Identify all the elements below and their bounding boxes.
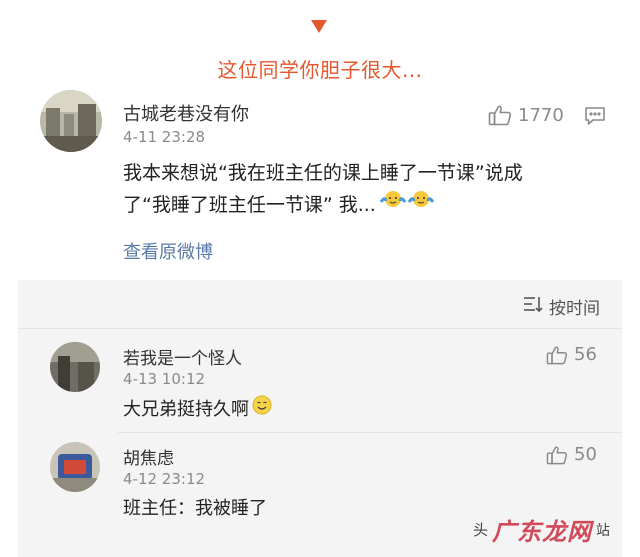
like-count: 56 — [574, 344, 597, 365]
smile-emoji-icon — [251, 394, 273, 426]
comment-text-line-1: 我本来想说“我在班主任的课上睡了一节课”说成 — [123, 162, 523, 184]
like-button[interactable]: 50 — [546, 444, 597, 465]
caption-title: 这位同学你胆子很大... — [217, 58, 423, 82]
avatar[interactable] — [50, 442, 100, 492]
sort-icon — [523, 295, 543, 318]
watermark-head: 头 — [472, 521, 488, 539]
comment-text-line-2-wrap: 了“我睡了班主任一节课” 我... — [123, 188, 435, 221]
like-count: 50 — [574, 444, 597, 465]
like-button[interactable]: 1770 — [488, 104, 564, 126]
comment-username[interactable]: 古城老巷没有你 — [123, 100, 249, 126]
watermark-logo: 广东龙网 — [492, 518, 592, 546]
down-arrow-icon — [311, 20, 327, 33]
reply-time: 4-12 23:12 — [123, 470, 206, 488]
avatar[interactable] — [40, 90, 102, 152]
thumbs-up-icon — [488, 104, 512, 126]
avatar[interactable] — [50, 342, 100, 392]
reply-icon[interactable] — [584, 106, 606, 130]
like-count: 1770 — [518, 104, 564, 126]
watermark-suffix: 站 — [596, 522, 610, 539]
like-button[interactable]: 56 — [546, 344, 597, 365]
watermark: 头 广东龙网 站 — [473, 512, 610, 547]
main-comment: 古城老巷没有你 4-11 23:28 1770 我本来想说“我在班主任的课上睡了… — [18, 82, 622, 280]
reply-username[interactable]: 胡焦虑 — [123, 444, 174, 469]
reply-username[interactable]: 若我是一个怪人 — [123, 344, 242, 369]
comment-time: 4-11 23:28 — [123, 128, 206, 146]
thumbs-up-icon — [546, 345, 568, 365]
reply-time: 4-13 10:12 — [123, 370, 206, 388]
shrug-emoji-icon — [407, 188, 435, 221]
comment-text-line-2: 了“我睡了班主任一节课” 我... — [123, 193, 376, 216]
reply-text: 班主任：我被睡了 — [123, 498, 267, 519]
reply-text-wrap: 大兄弟挺持久啊 — [123, 394, 273, 426]
shrug-emoji-icon — [379, 188, 407, 221]
divider — [18, 328, 622, 329]
reply-text: 大兄弟挺持久啊 — [123, 399, 249, 420]
divider — [118, 432, 622, 433]
thumbs-up-icon — [546, 445, 568, 465]
reply-section: 按时间 若我是一个怪人 4-13 10:12 56 大兄弟挺持久啊 胡焦虑 4-… — [18, 280, 622, 557]
sort-button[interactable]: 按时间 — [523, 294, 600, 319]
sort-label: 按时间 — [549, 299, 600, 319]
view-original-link[interactable]: 查看原微博 — [123, 238, 213, 264]
